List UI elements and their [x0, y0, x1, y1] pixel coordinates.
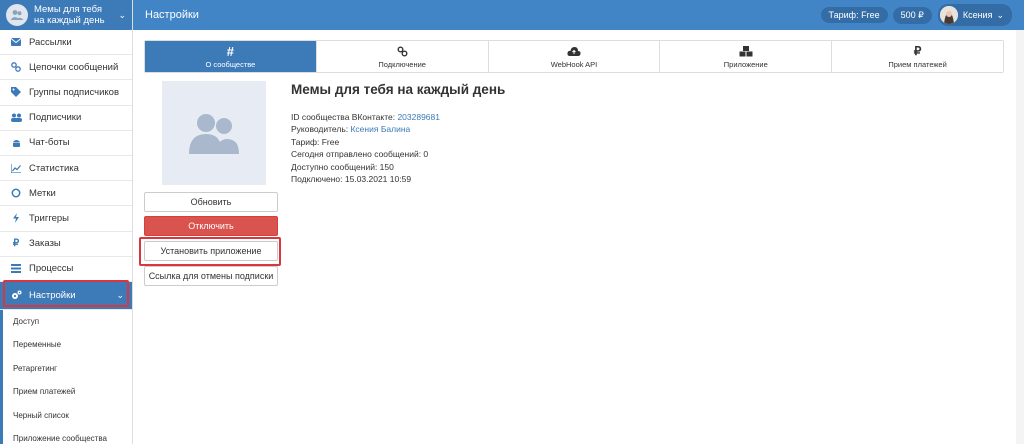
- sidebar-item-label: Цепочки сообщений: [29, 61, 119, 73]
- disconnect-button[interactable]: Отключить: [144, 216, 278, 236]
- tab-connection[interactable]: Подключение: [316, 41, 489, 72]
- cogs-icon: [10, 289, 22, 301]
- sent-today-row: Сегодня отправлено сообщений: 0: [291, 149, 429, 160]
- tab-webhook[interactable]: WebHook API: [488, 41, 661, 72]
- sidebar-item-label: Метки: [29, 187, 56, 199]
- community-switcher[interactable]: Мемы для тебя на каждый день ⌄: [0, 0, 132, 30]
- tariff-badge[interactable]: Тариф: Free: [820, 7, 888, 23]
- line-chart-icon: [10, 162, 22, 174]
- tab-application[interactable]: Приложение: [660, 41, 833, 72]
- cloud-upload-icon: [567, 44, 581, 58]
- envelope-icon: [10, 36, 22, 48]
- sidebar-item-processes[interactable]: Процессы: [0, 257, 132, 282]
- tab-label: Прием платежей: [888, 60, 947, 69]
- sidebar-item-subscribers[interactable]: Подписчики: [0, 106, 132, 131]
- chevron-down-icon: ⌄: [116, 289, 124, 300]
- sidebar-item-chains[interactable]: Цепочки сообщений: [0, 55, 132, 81]
- subitem-blacklist[interactable]: Черный список: [0, 403, 132, 427]
- settings-submenu: Доступ Переменные Ретаргетинг Прием плат…: [0, 309, 132, 444]
- link-icon: [10, 61, 22, 73]
- vk-id-row: ID сообщества ВКонтакте: 203289681: [291, 111, 505, 123]
- sidebar-item-orders[interactable]: ₽ Заказы: [0, 232, 132, 257]
- community-avatar-placeholder: [162, 81, 266, 185]
- tags-icon: [10, 86, 22, 98]
- sidebar-item-settings[interactable]: Настройки ⌄: [0, 281, 132, 310]
- sidebar-item-chatbots[interactable]: Чат-боты: [0, 131, 132, 156]
- unsubscribe-link-button[interactable]: Ссылка для отмены подписки: [144, 266, 278, 286]
- user-name: Ксения: [962, 10, 993, 20]
- tab-label: Подключение: [378, 60, 426, 69]
- vk-id-link[interactable]: 203289681: [397, 112, 440, 122]
- subitem-payments[interactable]: Прием платежей: [0, 380, 132, 404]
- sidebar-item-groups[interactable]: Группы подписчиков: [0, 80, 132, 106]
- tariff-row: Тариф: Free: [291, 136, 340, 147]
- page-scrollbar[interactable]: [1016, 30, 1024, 444]
- sidebar-item-label: Настройки: [29, 289, 76, 301]
- ruble-icon: ₽: [913, 44, 922, 58]
- sidebar-item-label: Рассылки: [29, 36, 72, 48]
- user-menu[interactable]: Ксения ⌄: [937, 4, 1012, 26]
- settings-tabs: # О сообществе Подключение WebHook API П…: [144, 40, 1004, 73]
- hash-icon: #: [226, 43, 235, 59]
- sidebar-item-label: Триггеры: [29, 212, 69, 224]
- refresh-button[interactable]: Обновить: [144, 192, 278, 212]
- sidebar-item-label: Процессы: [29, 263, 74, 275]
- avatar: [939, 6, 958, 24]
- sidebar-item-mailings[interactable]: Рассылки: [0, 30, 132, 56]
- chevron-down-icon: ⌄: [996, 9, 1004, 20]
- tab-payments[interactable]: ₽ Прием платежей: [832, 41, 1003, 72]
- subitem-retargeting[interactable]: Ретаргетинг: [0, 356, 132, 381]
- install-app-button[interactable]: Установить приложение: [144, 241, 278, 261]
- available-row: Доступно сообщений: 150: [291, 161, 394, 172]
- sidebar-item-triggers[interactable]: Триггеры: [0, 206, 132, 232]
- topbar: Настройки Тариф: Free 500 ₽ Ксения ⌄: [133, 0, 1024, 30]
- page-title: Настройки: [145, 9, 199, 21]
- android-icon: [10, 137, 22, 149]
- tab-label: О сообществе: [205, 60, 256, 69]
- vk-id-label: ID сообщества ВКонтакте:: [291, 112, 398, 122]
- subitem-variables[interactable]: Переменные: [0, 333, 132, 357]
- link-icon: [397, 44, 408, 58]
- manager-link[interactable]: Ксения Балина: [350, 124, 410, 134]
- bolt-icon: [10, 212, 22, 224]
- sidebar-item-tags[interactable]: Метки: [0, 181, 132, 207]
- community-info: Мемы для тебя на каждый день ID сообщест…: [291, 82, 505, 185]
- sidebar: Мемы для тебя на каждый день ⌄ Рассылки …: [0, 0, 133, 444]
- ruble-icon: ₽: [12, 238, 20, 250]
- circle-icon: [10, 187, 22, 199]
- subitem-access[interactable]: Доступ: [0, 309, 132, 334]
- connected-row: Подключено: 15.03.2021 10:59: [291, 174, 412, 185]
- manager-row: Руководитель: Ксения Балина: [291, 123, 505, 135]
- sidebar-item-label: Заказы: [29, 238, 61, 250]
- tab-about[interactable]: # О сообществе: [145, 41, 317, 72]
- community-title: Мемы для тебя на каждый день: [291, 82, 506, 97]
- tab-label: WebHook API: [550, 60, 598, 69]
- main-content: # О сообществе Подключение WebHook API П…: [133, 30, 1024, 444]
- sidebar-item-statistics[interactable]: Статистика: [0, 156, 132, 182]
- cubes-icon: [739, 44, 753, 58]
- sidebar-item-label: Подписчики: [29, 112, 82, 124]
- community-logo-icon: [6, 4, 28, 26]
- chevron-down-icon: ⌄: [118, 9, 126, 20]
- users-icon: [10, 112, 22, 124]
- subitem-community-app[interactable]: Приложение сообщества: [0, 426, 132, 444]
- sidebar-item-label: Статистика: [29, 162, 79, 174]
- sidebar-item-label: Чат-боты: [29, 137, 70, 149]
- balance-badge[interactable]: 500 ₽: [892, 6, 932, 24]
- list-icon: [10, 263, 22, 275]
- users-icon: [189, 114, 239, 154]
- sidebar-item-label: Группы подписчиков: [29, 86, 119, 98]
- community-name: Мемы для тебя на каждый день: [34, 4, 105, 26]
- manager-label: Руководитель:: [291, 124, 351, 135]
- tab-label: Приложение: [723, 60, 768, 69]
